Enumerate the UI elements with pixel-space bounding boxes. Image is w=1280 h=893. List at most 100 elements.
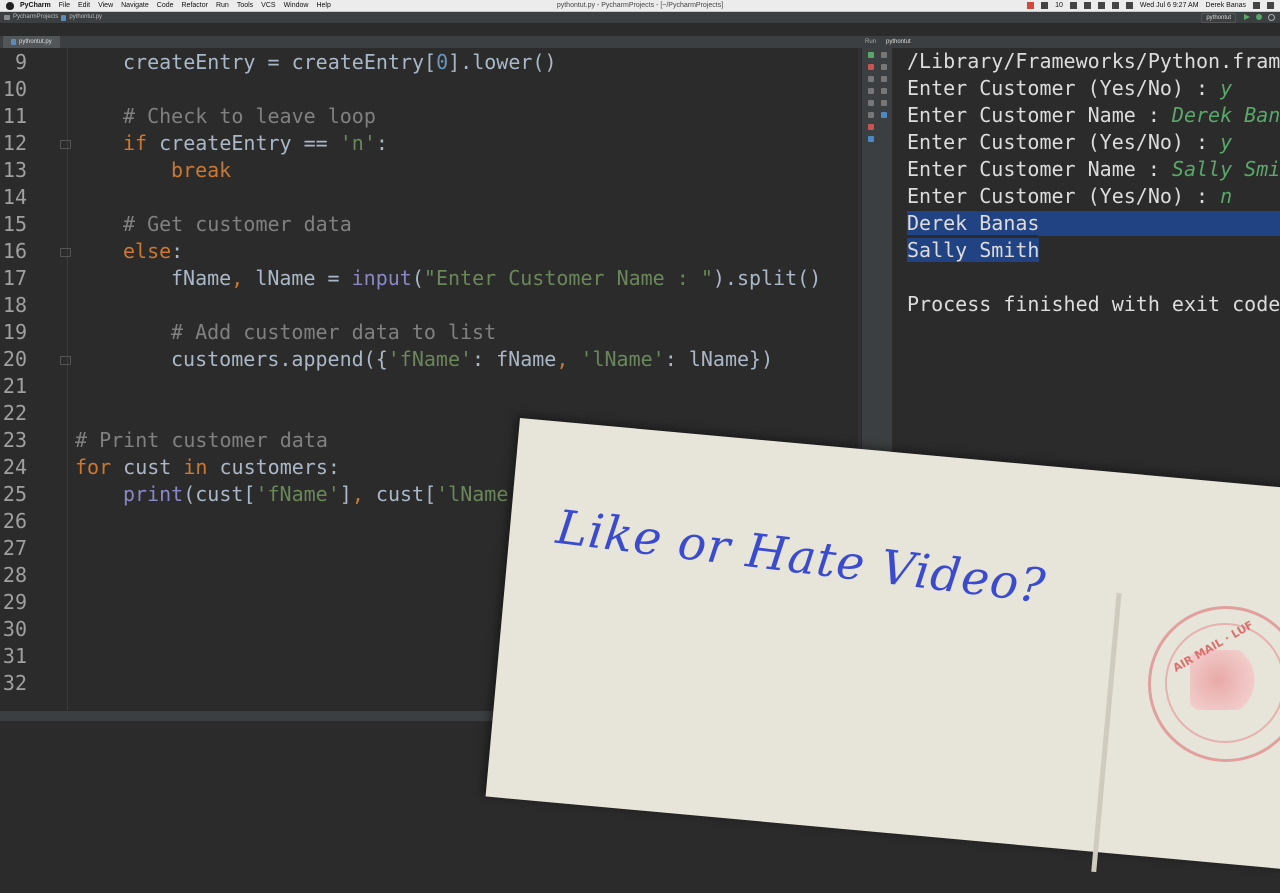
stop-icon[interactable]: [868, 64, 874, 70]
battery-count: 10: [1055, 2, 1063, 9]
record-icon[interactable]: [1027, 2, 1035, 9]
code-text: customers.append({'fName': fName, 'lName…: [171, 346, 773, 373]
console-line[interactable]: Enter Customer (Yes/No) : y: [907, 129, 1232, 156]
line-number: 26: [2, 509, 27, 533]
menu-vcs[interactable]: VCS: [261, 0, 275, 11]
tab-pythontut[interactable]: pythontut.py: [3, 36, 60, 48]
up-icon[interactable]: [881, 52, 887, 58]
console-line[interactable]: Derek Banas: [907, 210, 1040, 237]
run-icon[interactable]: [1244, 14, 1250, 20]
spotlight-icon[interactable]: [1253, 2, 1260, 9]
code-token: # Get customer data: [123, 212, 352, 236]
code-line[interactable]: 22: [0, 400, 860, 427]
menu-edit[interactable]: Edit: [78, 0, 90, 11]
code-token: : lName}): [664, 347, 774, 371]
volume-icon[interactable]: [1111, 2, 1119, 9]
menu-app[interactable]: PyCharm: [20, 0, 51, 11]
code-line[interactable]: 18: [0, 292, 860, 319]
code-token: "Enter Customer Name : ": [423, 266, 713, 290]
bluetooth-icon[interactable]: [1083, 2, 1091, 9]
breadcrumb-file[interactable]: pythontut.py: [69, 12, 102, 23]
code-text: if createEntry == 'n':: [123, 130, 388, 157]
code-line[interactable]: 9 createEntry = createEntry[0].lower(): [0, 49, 860, 76]
console-line[interactable]: Enter Customer Name : Sally Smi: [907, 156, 1280, 183]
code-line[interactable]: 19 # Add customer data to list: [0, 319, 860, 346]
down-icon[interactable]: [881, 64, 887, 70]
code-line[interactable]: 20 customers.append({'fName': fName, 'lNa…: [0, 346, 860, 373]
code-token: print: [123, 482, 184, 506]
console-line[interactable]: Sally Smith: [907, 237, 1040, 264]
code-line[interactable]: 15 # Get customer data: [0, 211, 860, 238]
settings-icon[interactable]: [868, 112, 874, 118]
code-text: else:: [123, 238, 183, 265]
menu-code[interactable]: Code: [157, 0, 174, 11]
console-line[interactable]: Enter Customer (Yes/No) : y: [907, 75, 1232, 102]
console-line[interactable]: /Library/Frameworks/Python.fram: [907, 48, 1280, 75]
fold-marker-icon[interactable]: [60, 248, 71, 257]
python-console-icon[interactable]: [881, 112, 887, 118]
code-line[interactable]: 12 if createEntry == 'n':: [0, 130, 860, 157]
console-line[interactable]: Process finished with exit code: [907, 291, 1280, 318]
run-configuration-select[interactable]: pythontut: [1201, 13, 1236, 23]
menu-file[interactable]: File: [59, 0, 70, 11]
menu-help[interactable]: Help: [316, 0, 330, 11]
debug-icon[interactable]: [1256, 14, 1262, 20]
menu-bar: PyCharm File Edit View Navigate Code Ref…: [0, 0, 1280, 12]
code-token: ,: [556, 347, 581, 371]
console-line[interactable]: Enter Customer (Yes/No) : n: [907, 183, 1232, 210]
run-panel-header: Run pythontut: [862, 36, 1280, 48]
code-token: 0: [436, 50, 449, 74]
code-line[interactable]: 16 else:: [0, 238, 860, 265]
close-icon[interactable]: [868, 124, 874, 130]
line-number: 20: [2, 347, 27, 371]
menu-refactor[interactable]: Refactor: [182, 0, 208, 11]
code-line[interactable]: 11 # Check to leave loop: [0, 103, 860, 130]
scroll-to-end-icon[interactable]: [881, 88, 887, 94]
line-number: 29: [2, 590, 27, 614]
fold-marker-icon[interactable]: [60, 140, 71, 149]
code-line[interactable]: 17 fName, lName = input("Enter Customer N…: [0, 265, 860, 292]
code-line[interactable]: 10: [0, 76, 860, 103]
code-token: in: [183, 455, 220, 479]
run-tab[interactable]: pythontut: [886, 36, 911, 48]
wifi-icon[interactable]: [1097, 2, 1105, 9]
console-line[interactable]: Enter Customer Name : Derek Bana: [907, 102, 1280, 129]
code-text: print(cust['fName'], cust['lName']: [123, 481, 532, 508]
soft-wrap-icon[interactable]: [881, 76, 887, 82]
code-token: (cust[: [183, 482, 256, 506]
app-icon[interactable]: [1041, 2, 1049, 9]
menu-navigate[interactable]: Navigate: [121, 0, 149, 11]
pause-icon[interactable]: [868, 76, 874, 82]
code-text: createEntry = createEntry[0].lower(): [123, 49, 557, 76]
code-line[interactable]: 21: [0, 373, 860, 400]
code-token: # Print customer data: [75, 428, 328, 452]
fold-marker-icon[interactable]: [60, 356, 71, 365]
flag-icon[interactable]: [1125, 2, 1133, 9]
notification-icon[interactable]: [1267, 2, 1274, 9]
dump-threads-icon[interactable]: [868, 100, 874, 106]
code-line[interactable]: 13 break: [0, 157, 860, 184]
menu-run[interactable]: Run: [216, 0, 229, 11]
code-token: createEntry = createEntry[: [123, 50, 437, 74]
rerun-icon[interactable]: [868, 52, 874, 58]
help-icon[interactable]: [868, 136, 874, 142]
apple-icon[interactable]: [6, 1, 14, 10]
user-name[interactable]: Derek Banas: [1206, 0, 1246, 11]
step-icon[interactable]: [868, 88, 874, 94]
clock[interactable]: Wed Jul 6 9:27 AM: [1140, 0, 1199, 11]
line-number: 23: [2, 428, 27, 452]
timemachine-icon[interactable]: [1069, 2, 1077, 9]
menu-view[interactable]: View: [98, 0, 113, 11]
breadcrumb-project[interactable]: PycharmProjects: [13, 12, 58, 23]
code-token: fName: [171, 266, 232, 290]
line-number: 28: [2, 563, 27, 587]
menu-tools[interactable]: Tools: [237, 0, 253, 11]
code-token: input: [351, 266, 412, 290]
search-icon[interactable]: [1268, 14, 1275, 21]
code-line[interactable]: 14: [0, 184, 860, 211]
menu-window[interactable]: Window: [284, 0, 309, 11]
line-number: 30: [2, 617, 27, 641]
console-text: Enter Customer (Yes/No) :: [907, 76, 1221, 100]
code-token: for: [75, 455, 124, 479]
print-icon[interactable]: [881, 100, 887, 106]
